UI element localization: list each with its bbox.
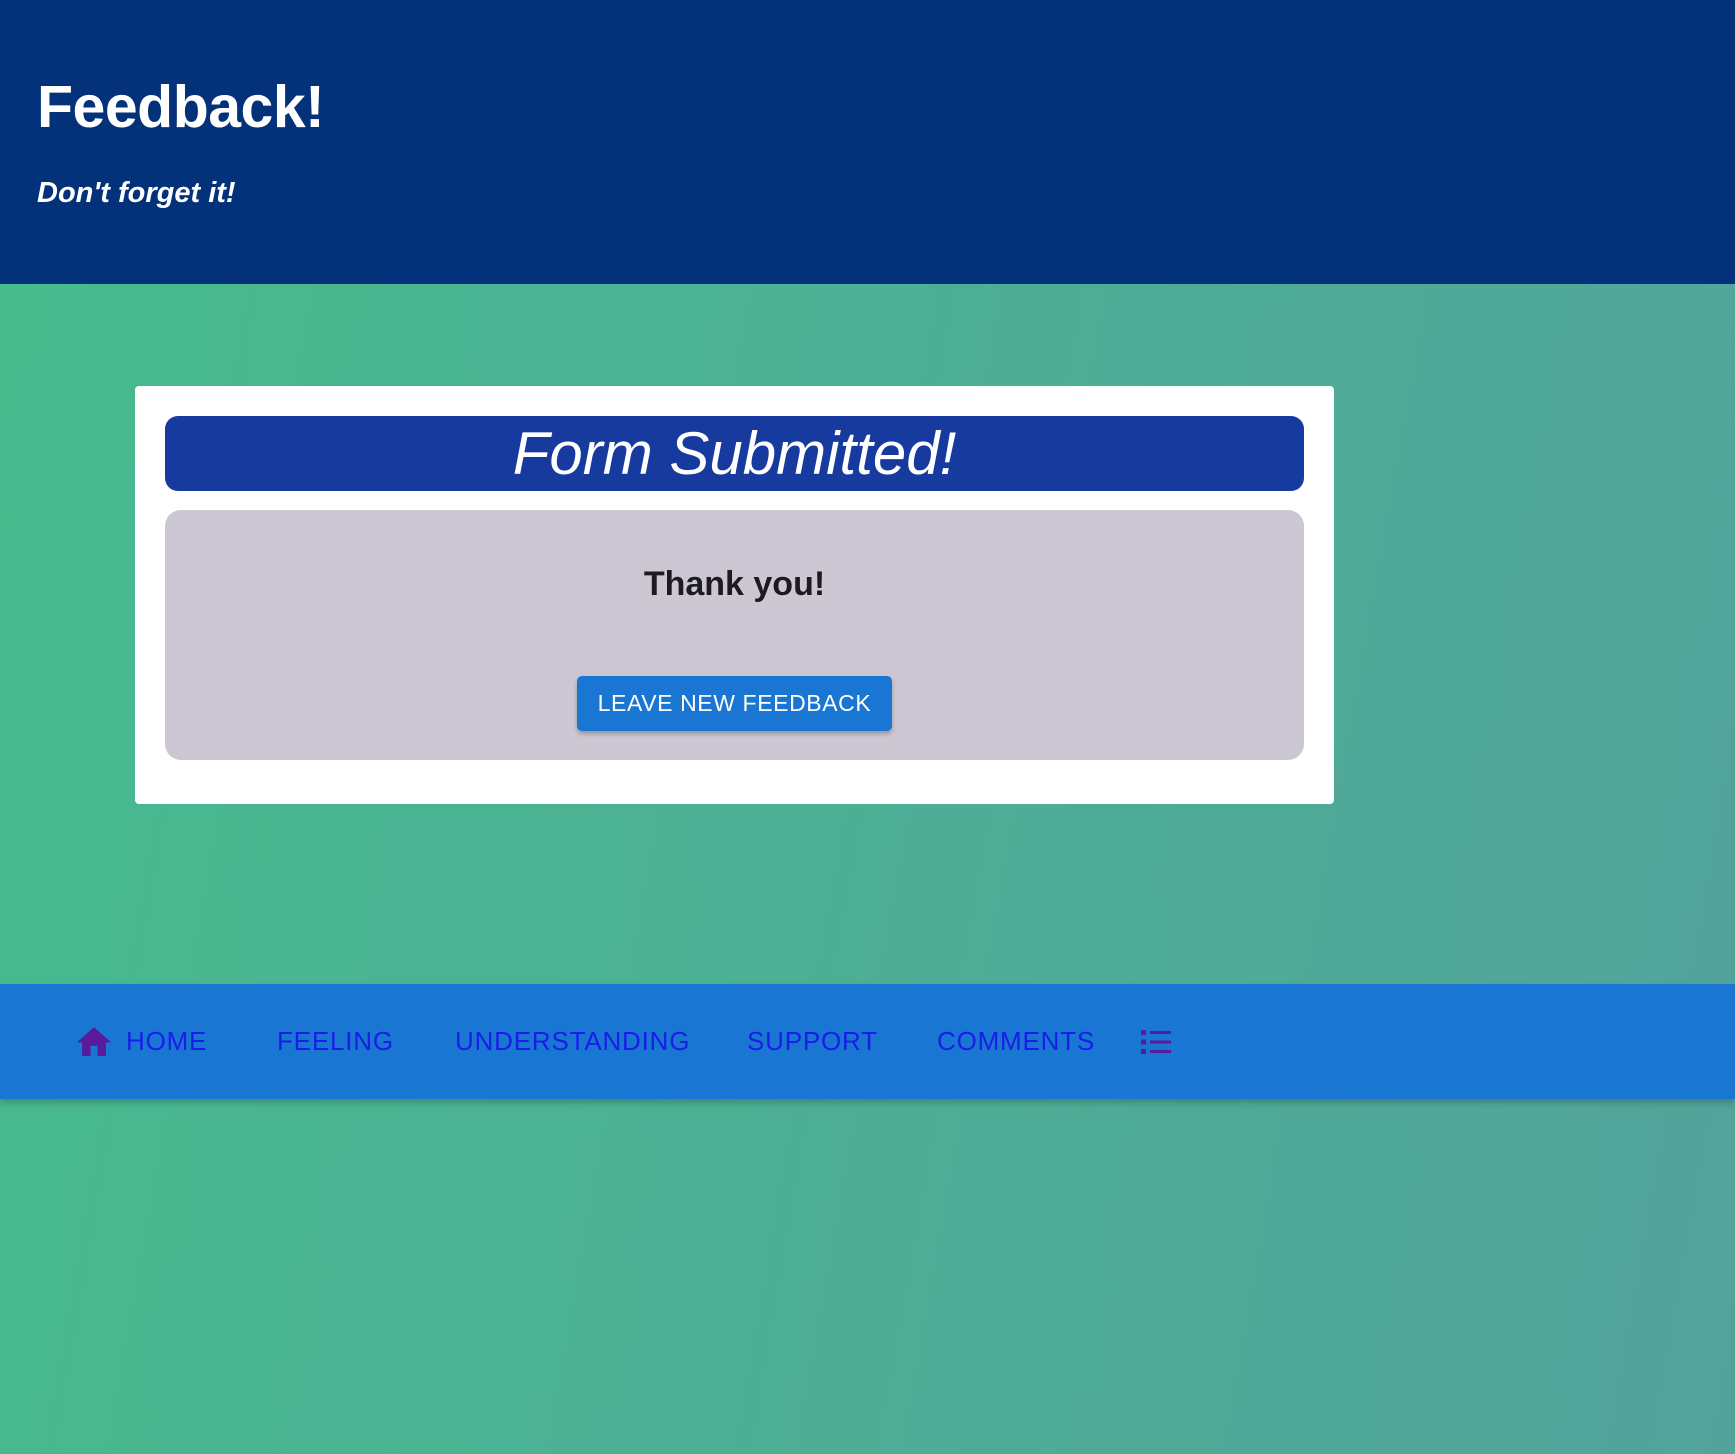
nav-item-home[interactable]: HOME — [77, 984, 207, 1099]
app-subtitle: Don't forget it! — [37, 177, 236, 209]
card-banner: Form Submitted! — [165, 416, 1304, 491]
nav-item-support[interactable]: SUPPORT — [747, 984, 878, 1099]
card-banner-title: Form Submitted! — [512, 420, 957, 487]
nav-item-understanding-label: UNDERSTANDING — [455, 1026, 691, 1056]
nav-item-review[interactable] — [1141, 984, 1171, 1099]
nav-item-support-label: SUPPORT — [747, 1026, 878, 1056]
nav-item-feeling[interactable]: FEELING — [277, 984, 394, 1099]
nav-item-comments-label: COMMENTS — [937, 1026, 1096, 1056]
card-body: Thank you! LEAVE NEW FEEDBACK — [165, 510, 1304, 760]
nav-item-understanding[interactable]: UNDERSTANDING — [455, 984, 690, 1099]
app-header: Feedback! Don't forget it! — [0, 0, 1735, 284]
app-title: Feedback! — [37, 74, 325, 140]
nav-item-comments[interactable]: COMMENTS — [937, 984, 1095, 1099]
leave-new-feedback-button[interactable]: LEAVE NEW FEEDBACK — [577, 676, 892, 731]
nav-item-feeling-label: FEELING — [277, 1026, 394, 1056]
submission-card: Form Submitted! Thank you! LEAVE NEW FEE… — [135, 386, 1334, 804]
thanks-text: Thank you! — [643, 565, 826, 603]
nav-item-home-label: HOME — [126, 1026, 208, 1056]
home-icon — [77, 1026, 111, 1057]
list-icon — [1141, 1029, 1171, 1055]
bottom-nav: HOME FEELING UNDERSTANDING SUPPORT COMME… — [0, 984, 1735, 1099]
